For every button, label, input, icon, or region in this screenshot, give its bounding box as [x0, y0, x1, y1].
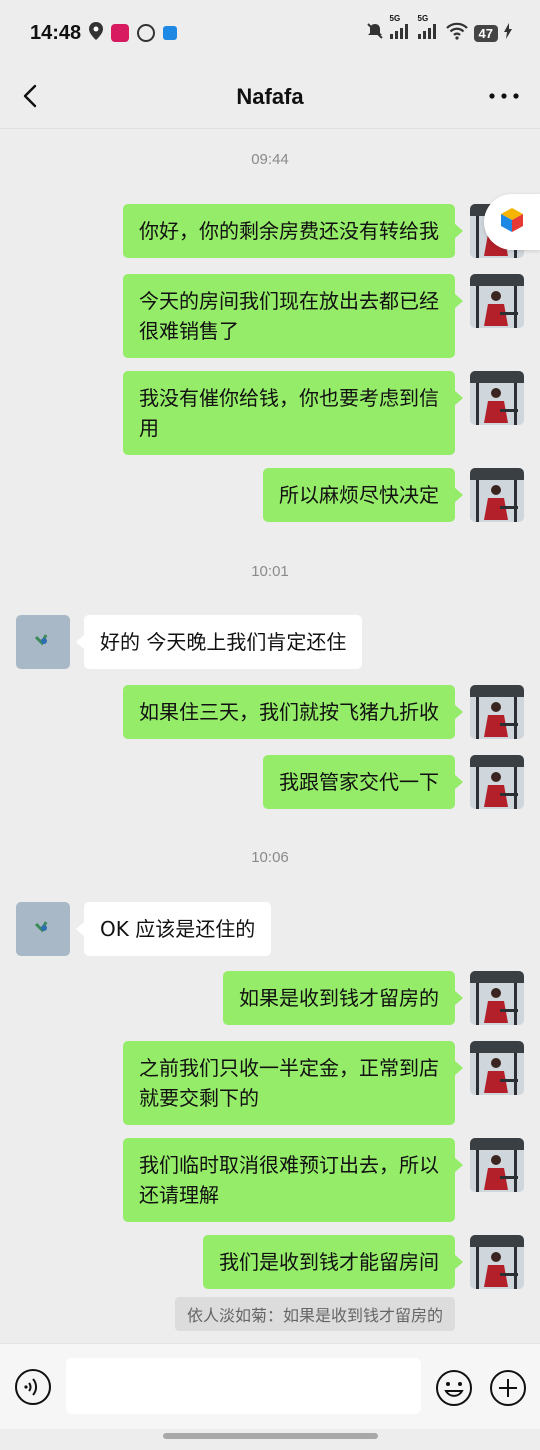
incoming-message[interactable]: OK 应该是还住的	[75, 902, 272, 956]
outgoing-message[interactable]: 我没有催你给钱，你也要考虑到信 用	[123, 371, 463, 455]
status-time: 14:48	[30, 21, 82, 44]
header-divider	[0, 128, 540, 129]
avatar[interactable]	[470, 971, 524, 1025]
avatar[interactable]	[470, 685, 524, 739]
outgoing-message[interactable]: 你好，你的剩余房费还没有转给我	[123, 204, 463, 258]
avatar[interactable]	[470, 1041, 524, 1095]
message-text: 我跟管家交代一下	[279, 770, 439, 794]
outgoing-message[interactable]: 我们是收到钱才能留房间	[203, 1235, 463, 1289]
chat-title[interactable]: Nafafa	[236, 84, 303, 110]
chat-header: Nafafa	[0, 66, 540, 128]
plus-icon[interactable]	[488, 1368, 528, 1408]
input-bar	[0, 1343, 540, 1429]
signal-icon: 5G	[389, 14, 412, 43]
signal-icon: 5G	[417, 14, 440, 43]
avatar[interactable]	[470, 1235, 524, 1289]
outgoing-message[interactable]: 如果是收到钱才留房的	[223, 971, 463, 1025]
chevron-left-icon[interactable]	[14, 78, 50, 114]
timestamp: 09:44	[251, 151, 289, 168]
outgoing-message[interactable]: 所以麻烦尽快决定	[263, 468, 463, 522]
incoming-message[interactable]: 好的 今天晚上我们肯定还住	[75, 615, 363, 669]
timestamp: 10:01	[251, 563, 289, 580]
timestamp: 10:06	[251, 849, 289, 866]
message-text: 很难销售了	[139, 319, 239, 343]
charging-icon	[504, 23, 512, 43]
outgoing-message[interactable]: 我们临时取消很难预订出去，所以 还请理解	[123, 1138, 463, 1222]
quoted-reply[interactable]: 依人淡如菊：如果是收到钱才留房的	[174, 1297, 455, 1331]
wifi-icon	[445, 22, 468, 44]
message-text: 还请理解	[139, 1183, 219, 1207]
avatar[interactable]	[16, 902, 70, 956]
message-text: 如果是收到钱才留房的	[239, 986, 439, 1010]
message-text: 之前我们只收一半定金，正常到店	[139, 1056, 439, 1080]
message-text: 如果住三天，我们就按飞猪九折收	[139, 700, 439, 724]
app-icon	[111, 24, 130, 42]
outgoing-message[interactable]: 如果住三天，我们就按飞猪九折收	[123, 685, 463, 739]
message-text: 我们是收到钱才能留房间	[219, 1250, 439, 1274]
outgoing-message[interactable]: 之前我们只收一半定金，正常到店 就要交剩下的	[123, 1041, 463, 1125]
message-text: 好的 今天晚上我们肯定还住	[100, 630, 347, 654]
location-icon	[89, 22, 104, 44]
outgoing-message[interactable]: 今天的房间我们现在放出去都已经 很难销售了	[123, 274, 463, 358]
message-text: OK 应该是还住的	[100, 917, 256, 941]
message-text: 今天的房间我们现在放出去都已经	[139, 289, 439, 313]
status-bar: 14:48 5G 5G 47	[0, 0, 540, 66]
message-text: 我没有催你给钱，你也要考虑到信	[139, 386, 439, 410]
more-dots-icon[interactable]	[486, 82, 522, 110]
home-indicator[interactable]	[163, 1433, 378, 1439]
avatar[interactable]	[470, 468, 524, 522]
floating-widget[interactable]	[484, 194, 540, 250]
message-text: 所以麻烦尽快决定	[279, 483, 439, 507]
app-icon	[163, 26, 178, 40]
avatar[interactable]	[470, 274, 524, 328]
mute-bell-icon	[366, 22, 384, 44]
emoji-icon[interactable]	[434, 1368, 474, 1408]
avatar[interactable]	[16, 615, 70, 669]
outgoing-message[interactable]: 我跟管家交代一下	[263, 755, 463, 809]
message-text: 就要交剩下的	[139, 1086, 259, 1110]
avatar[interactable]	[470, 755, 524, 809]
message-text: 你好，你的剩余房费还没有转给我	[139, 219, 439, 243]
battery-icon: 47	[473, 24, 498, 42]
message-input[interactable]	[66, 1358, 421, 1414]
message-text: 我们临时取消很难预订出去，所以	[139, 1153, 439, 1177]
app-icon	[137, 24, 156, 42]
cube-icon	[498, 206, 526, 238]
voice-icon[interactable]	[14, 1368, 52, 1406]
message-text: 用	[139, 416, 159, 440]
avatar[interactable]	[470, 371, 524, 425]
avatar[interactable]	[470, 1138, 524, 1192]
